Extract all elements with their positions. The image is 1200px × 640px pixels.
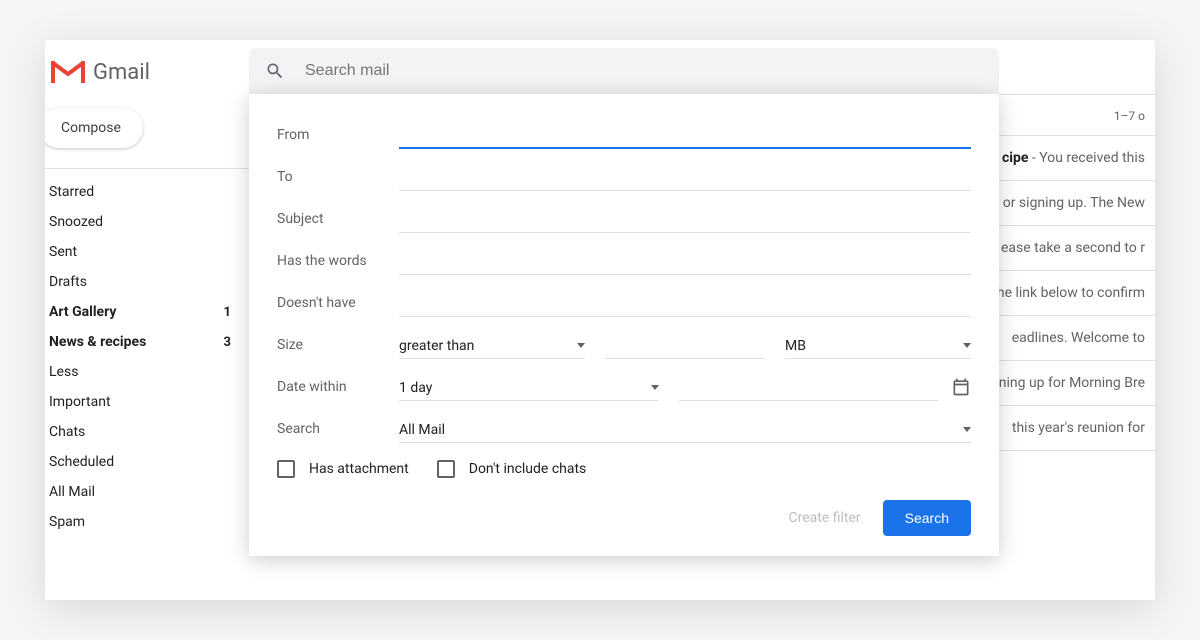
adv-row-to: To bbox=[277, 156, 971, 198]
search-bar[interactable] bbox=[249, 48, 999, 94]
checkbox-icon bbox=[437, 460, 455, 478]
size-unit-select[interactable]: MB bbox=[785, 332, 971, 359]
adv-row-subject: Subject bbox=[277, 198, 971, 240]
sidebar-item-important[interactable]: Important bbox=[45, 387, 249, 417]
app-window: Gmail Compose Starred Snoozed Sent Draft… bbox=[45, 40, 1155, 600]
adv-label-from: From bbox=[277, 127, 399, 143]
to-input[interactable] bbox=[399, 164, 971, 191]
page-count: 1–7 o bbox=[1114, 109, 1145, 123]
sidebar-item-label: Sent bbox=[49, 244, 77, 260]
caret-down-icon bbox=[651, 385, 659, 390]
sidebar-item-chats[interactable]: Chats bbox=[45, 417, 249, 447]
search-button[interactable]: Search bbox=[883, 500, 971, 536]
adv-row-haswords: Has the words bbox=[277, 240, 971, 282]
sidebar-item-label: Snoozed bbox=[49, 214, 103, 230]
sidebar-item-label: Art Gallery bbox=[49, 304, 116, 320]
sidebar-item-less[interactable]: Less bbox=[45, 357, 249, 387]
adv-row-size: Size greater than MB bbox=[277, 324, 971, 366]
compose-button[interactable]: Compose bbox=[45, 108, 143, 148]
adv-row-from: From bbox=[277, 114, 971, 156]
search-scope-select[interactable]: All Mail bbox=[399, 416, 971, 443]
from-input[interactable] bbox=[399, 121, 971, 149]
adv-checkboxes: Has attachment Don't include chats bbox=[277, 450, 971, 482]
calendar-icon[interactable] bbox=[951, 377, 971, 397]
checkbox-icon bbox=[277, 460, 295, 478]
sidebar-item-label: Important bbox=[49, 394, 111, 410]
sidebar-item-sent[interactable]: Sent bbox=[45, 237, 249, 267]
caret-down-icon bbox=[963, 343, 971, 348]
adv-label-size: Size bbox=[277, 337, 399, 353]
sidebar-item-drafts[interactable]: Drafts bbox=[45, 267, 249, 297]
sidebar-item-label: All Mail bbox=[49, 484, 95, 500]
sidebar-item-snoozed[interactable]: Snoozed bbox=[45, 207, 249, 237]
sidebar-item-spam[interactable]: Spam bbox=[45, 507, 249, 537]
subject-input[interactable] bbox=[399, 206, 971, 233]
size-operator-select[interactable]: greater than bbox=[399, 332, 585, 359]
gmail-logo-icon bbox=[51, 59, 85, 85]
sidebar-item-art-gallery[interactable]: Art Gallery1 bbox=[45, 297, 249, 327]
sidebar-item-all-mail[interactable]: All Mail bbox=[45, 477, 249, 507]
date-input[interactable] bbox=[679, 374, 939, 401]
adv-label-haswords: Has the words bbox=[277, 253, 399, 269]
sidebar-item-starred[interactable]: Starred bbox=[45, 177, 249, 207]
adv-row-doesnthave: Doesn't have bbox=[277, 282, 971, 324]
sidebar-item-scheduled[interactable]: Scheduled bbox=[45, 447, 249, 477]
brand-text: Gmail bbox=[93, 60, 150, 85]
adv-row-search: Search All Mail bbox=[277, 408, 971, 450]
adv-label-doesnthave: Doesn't have bbox=[277, 295, 399, 311]
adv-label-to: To bbox=[277, 169, 399, 185]
caret-down-icon bbox=[577, 343, 585, 348]
sidebar-item-label: Spam bbox=[49, 514, 85, 530]
adv-label-search: Search bbox=[277, 421, 399, 437]
size-value-input[interactable] bbox=[605, 332, 765, 359]
sidebar-divider bbox=[45, 168, 249, 169]
sidebar-item-news-recipes[interactable]: News & recipes3 bbox=[45, 327, 249, 357]
date-within-select[interactable]: 1 day bbox=[399, 374, 659, 401]
doesnt-have-input[interactable] bbox=[399, 290, 971, 317]
caret-down-icon bbox=[963, 427, 971, 432]
sidebar-list: Starred Snoozed Sent Drafts Art Gallery1… bbox=[45, 177, 249, 537]
adv-label-subject: Subject bbox=[277, 211, 399, 227]
sidebar-item-label: Drafts bbox=[49, 274, 87, 290]
create-filter-button: Create filter bbox=[788, 510, 860, 526]
adv-row-date: Date within 1 day bbox=[277, 366, 971, 408]
adv-actions: Create filter Search bbox=[277, 482, 971, 536]
dont-include-chats-checkbox[interactable]: Don't include chats bbox=[437, 460, 587, 478]
sidebar-item-label: Less bbox=[49, 364, 78, 380]
search-icon[interactable] bbox=[265, 61, 285, 81]
advanced-search-panel: From To Subject Has the words Doesn't ha… bbox=[249, 94, 999, 556]
has-attachment-checkbox[interactable]: Has attachment bbox=[277, 460, 409, 478]
has-words-input[interactable] bbox=[399, 248, 971, 275]
search-input[interactable] bbox=[305, 62, 983, 80]
sidebar-item-label: Scheduled bbox=[49, 454, 114, 470]
logo-area: Gmail bbox=[45, 59, 150, 85]
sidebar-item-label: Starred bbox=[49, 184, 94, 200]
sidebar: Compose Starred Snoozed Sent Drafts Art … bbox=[45, 108, 249, 537]
sidebar-item-label: News & recipes bbox=[49, 334, 146, 350]
sidebar-item-label: Chats bbox=[49, 424, 85, 440]
adv-label-date: Date within bbox=[277, 379, 399, 395]
